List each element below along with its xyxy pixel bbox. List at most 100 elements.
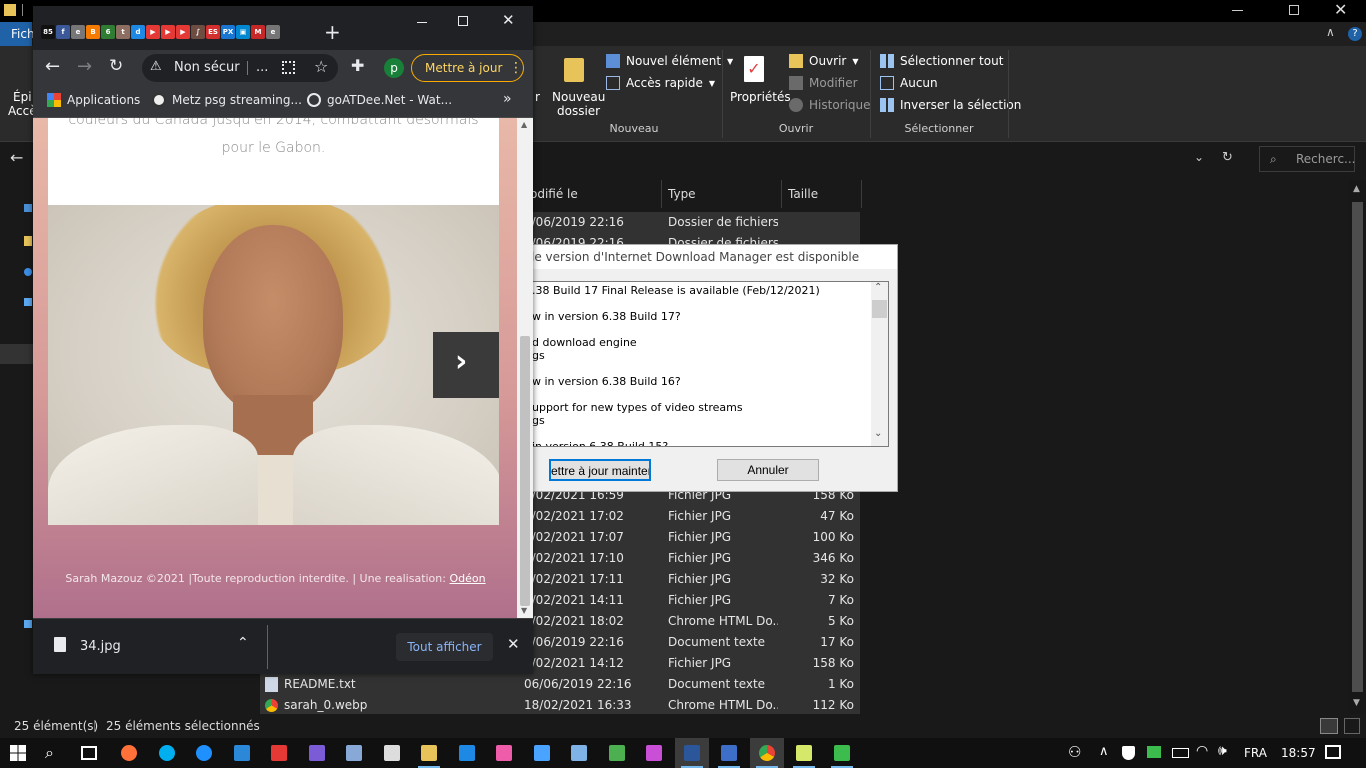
taskbar-app[interactable] [300,738,334,768]
forward-arrow-icon[interactable]: → [77,56,92,77]
idm-release-notes[interactable]: .38 Build 17 Final Release is available … [531,281,889,447]
pinned-tab-favicon[interactable]: ▣ [236,25,250,39]
open-button[interactable]: Ouvrir ▼ [789,54,859,68]
taskbar-app[interactable] [749,738,784,768]
chrome-update-button[interactable]: Mettre à jour ⋮ [411,54,524,82]
taskbar-app[interactable] [674,738,709,768]
page-scrollbar[interactable]: ▲ ▼ [517,118,533,618]
back-arrow-icon[interactable]: ← [45,56,60,77]
taskbar-app[interactable] [112,738,146,768]
reload-icon[interactable]: ↻ [109,56,123,76]
back-arrow-icon[interactable]: ← [10,148,23,167]
battery-icon[interactable] [1172,748,1189,758]
close-shelf-icon[interactable]: ✕ [507,635,520,653]
scroll-up-icon[interactable]: ▲ [521,120,527,129]
taskbar-app[interactable] [487,738,521,768]
select-none-button[interactable]: Aucun [880,76,938,90]
pinned-tab-favicon[interactable]: B [86,25,100,39]
defender-shield-icon[interactable] [1122,746,1135,760]
task-view-icon[interactable] [81,746,97,760]
large-icons-view-icon[interactable] [1344,718,1360,734]
scroll-down-icon[interactable]: ⌄ [874,428,882,439]
profile-avatar[interactable]: p [384,58,404,78]
column-type[interactable]: Type [662,180,782,208]
new-tab-button[interactable]: + [324,20,341,44]
bookmark-star-icon[interactable]: ☆ [314,57,328,76]
column-size[interactable]: Taille [782,180,862,208]
taskbar-app[interactable] [187,738,221,768]
new-folder-button[interactable]: Nouveau dossier [550,50,605,120]
pinned-tab-favicon[interactable]: ▶ [161,25,175,39]
taskbar-app[interactable] [637,738,671,768]
taskbar-app[interactable] [450,738,484,768]
pinned-tab-favicon[interactable]: e [71,25,85,39]
taskbar-app[interactable] [825,738,859,768]
network-green-icon[interactable] [1147,746,1161,758]
scroll-down-icon[interactable]: ▼ [1353,698,1360,708]
pinned-tab-favicon[interactable]: ▶ [146,25,160,39]
search-icon[interactable]: ⌕ [45,743,54,763]
footer-odeon-link[interactable]: Odéon [449,572,485,585]
taskbar-app[interactable] [562,738,596,768]
taskbar-app[interactable] [600,738,634,768]
pinned-tab-favicon[interactable]: d [131,25,145,39]
minimize-button[interactable] [417,22,427,23]
carousel-next-button[interactable]: › [433,332,499,398]
taskbar-app[interactable] [525,738,559,768]
scroll-up-icon[interactable]: ▲ [1353,184,1360,194]
volume-icon[interactable]: 🕪 [1218,743,1227,759]
help-icon[interactable]: ? [1348,27,1362,41]
tab-fichier[interactable]: Fich [0,22,35,46]
details-view-icon[interactable] [1320,718,1338,734]
more-bookmarks-icon[interactable]: » [503,91,512,107]
show-all-downloads-button[interactable]: Tout afficher [396,633,493,661]
close-button[interactable]: ✕ [502,11,515,29]
pinned-tab-favicon[interactable]: PX [221,25,235,39]
start-windows-icon[interactable] [10,745,26,761]
scroll-thumb[interactable] [520,336,530,606]
pinned-tab-favicon[interactable]: f [56,25,70,39]
file-row[interactable]: sarah_0.webp 18/02/2021 16:33 Chrome HTML … [260,695,860,716]
download-item[interactable]: 34.jpg ⌃ [33,619,267,675]
chevron-up-icon[interactable]: ⌃ [237,635,249,651]
bookmark-metz-psg[interactable]: Metz psg streaming... [152,86,302,114]
pinned-tab-favicon[interactable]: ▶ [176,25,190,39]
people-icon[interactable]: ⚇ [1068,743,1081,761]
pinned-tab-favicon[interactable]: M [251,25,265,39]
qr-code-icon[interactable] [282,61,295,74]
explorer-scrollbar[interactable]: ▲ ▼ [1349,180,1366,714]
taskbar-app[interactable] [150,738,184,768]
scroll-up-icon[interactable]: ⌃ [874,282,882,293]
extensions-puzzle-icon[interactable]: ✚ [351,56,364,75]
url-ellipsis[interactable]: ... [256,60,268,75]
refresh-icon[interactable]: ↻ [1222,150,1233,165]
pinned-tab-favicon[interactable]: 85 [41,25,55,39]
taskbar-app[interactable] [712,738,746,768]
update-now-button[interactable]: ettre à jour maintena [549,459,651,481]
scroll-thumb[interactable] [1352,202,1363,692]
scroll-down-icon[interactable]: ▼ [521,606,527,615]
bookmark-goatdee[interactable]: goATDee.Net - Wat... [307,86,452,114]
select-all-button[interactable]: Sélectionner tout [880,54,1003,68]
column-date-modified[interactable]: odifié le [524,180,662,208]
nav-cloud-icon[interactable] [24,268,32,276]
taskbar-app[interactable] [225,738,259,768]
maximize-button[interactable] [458,16,468,26]
new-item-button[interactable]: Nouvel élément ▼ [606,54,733,68]
bookmark-applications[interactable]: Applications [47,86,140,114]
clock[interactable]: 18:57 [1281,738,1316,768]
address-omnibox[interactable]: ⚠ Non sécur ... ☆ [142,54,338,82]
taskbar-app[interactable] [375,738,409,768]
language-indicator[interactable]: FRA [1244,738,1267,768]
minimize-button[interactable] [1232,10,1243,11]
quick-access-button[interactable]: Accès rapide ▼ [606,76,715,90]
idm-notes-scrollbar[interactable]: ⌃ ⌄ [871,282,888,446]
nav-pc-icon[interactable] [24,298,32,306]
chevron-up-icon[interactable]: ∧ [1326,25,1335,39]
more-menu-icon[interactable]: ⋮ [509,55,523,81]
cancel-button[interactable]: Annuler [717,459,819,481]
properties-button[interactable]: ✓ Propriétés [728,50,791,120]
file-row[interactable]: README.txt 06/06/2019 22:16 Document texte… [260,674,860,695]
restore-button[interactable] [1289,5,1299,15]
security-status-label[interactable]: Non sécur [174,60,240,75]
